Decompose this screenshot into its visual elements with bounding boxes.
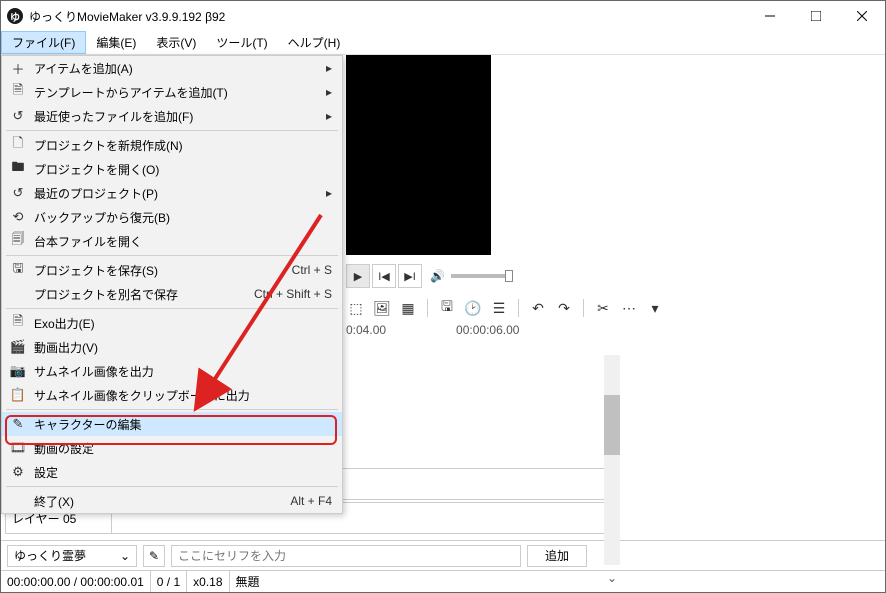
next-frame-button[interactable]: ▶I xyxy=(398,264,422,288)
menu-edit[interactable]: 編集(E) xyxy=(86,31,146,54)
app-icon: ゆ xyxy=(7,8,23,24)
tool-undo-icon[interactable]: ↶ xyxy=(528,300,548,317)
menu-new-project[interactable]: 🗋プロジェクトを新規作成(N) xyxy=(2,133,342,157)
export-icon: 🗎 xyxy=(8,312,28,334)
close-button[interactable] xyxy=(839,1,885,31)
film-settings-icon: 🎞 xyxy=(8,440,28,456)
clipboard-icon: 📋 xyxy=(8,387,28,403)
tool-image-icon[interactable]: 🖼 xyxy=(372,300,392,317)
menu-exit[interactable]: 終了(X)Alt + F4 xyxy=(2,489,342,513)
tool-save-icon[interactable]: 🖫 xyxy=(437,296,457,320)
tool-grid-icon[interactable]: ▦ xyxy=(398,300,418,317)
status-project: 無題 xyxy=(230,571,266,592)
menu-character-edit[interactable]: ✎キャラクターの編集 xyxy=(2,412,342,436)
person-edit-icon: ✎ xyxy=(149,549,159,563)
new-file-icon: 🗋 xyxy=(8,134,28,156)
ruler-tick: 00:00:06.00 xyxy=(456,323,519,341)
gear-icon: ⚙ xyxy=(8,464,28,480)
menu-file[interactable]: ファイル(F) xyxy=(1,31,86,54)
menu-exo-output[interactable]: 🗎Exo出力(E) xyxy=(2,311,342,335)
template-icon: 🗎 xyxy=(8,81,28,103)
tool-redo-icon[interactable]: ↷ xyxy=(554,300,574,317)
person-edit-icon: ✎ xyxy=(8,416,28,432)
submenu-indicator-icon: ▸ xyxy=(326,109,342,123)
status-zoom: x0.18 xyxy=(187,571,229,592)
tool-list-icon[interactable]: ☰ xyxy=(489,300,509,317)
submenu-indicator-icon: ▸ xyxy=(326,61,342,75)
menu-help[interactable]: ヘルプ(H) xyxy=(278,31,351,54)
menu-tool[interactable]: ツール(T) xyxy=(206,31,277,54)
save-icon: 🖫 xyxy=(8,259,28,281)
chevron-down-icon: ⌄ xyxy=(120,549,130,563)
character-edit-button[interactable]: ✎ xyxy=(143,545,165,567)
ruler-tick: 0:04.00 xyxy=(346,323,386,341)
menu-add-from-template[interactable]: 🗎テンプレートからアイテムを追加(T)▸ xyxy=(2,80,342,104)
window-title: ゆっくりMovieMaker v3.9.9.192 β92 xyxy=(29,8,225,25)
menu-add-recent-file[interactable]: ↺最近使ったファイルを追加(F)▸ xyxy=(2,104,342,128)
tool-select-icon[interactable]: ⬚ xyxy=(346,300,366,317)
scroll-down-icon[interactable]: ⌄ xyxy=(604,570,620,585)
tool-more-icon[interactable]: ⋯ xyxy=(619,300,639,317)
menu-add-item[interactable]: ＋アイテムを追加(A)▸ xyxy=(2,56,342,80)
submenu-indicator-icon: ▸ xyxy=(326,186,342,200)
maximize-button[interactable] xyxy=(793,1,839,31)
menu-open-project[interactable]: 🖿プロジェクトを開く(O) xyxy=(2,157,342,181)
serif-input[interactable] xyxy=(171,545,521,567)
restore-icon: ⟲ xyxy=(8,209,28,225)
camera-icon: 📷 xyxy=(8,363,28,379)
character-select[interactable]: ゆっくり霊夢⌄ xyxy=(7,545,137,567)
history-icon: ↺ xyxy=(8,108,28,124)
status-time: 00:00:00.00 / 00:00:00.01 xyxy=(1,571,151,592)
plus-icon: ＋ xyxy=(8,59,28,78)
menu-save-project[interactable]: 🖫プロジェクトを保存(S)Ctrl + S xyxy=(2,258,342,282)
file-dropdown: ＋アイテムを追加(A)▸ 🗎テンプレートからアイテムを追加(T)▸ ↺最近使った… xyxy=(1,55,343,514)
menu-save-project-as[interactable]: プロジェクトを別名で保存Ctrl + Shift + S xyxy=(2,282,342,306)
menu-restore-backup[interactable]: ⟲バックアップから復元(B) xyxy=(2,205,342,229)
tool-cut-icon[interactable]: ✂ xyxy=(593,300,613,317)
play-button[interactable]: ▶ xyxy=(346,264,370,288)
folder-icon: 🖿 xyxy=(8,158,28,180)
menu-recent-project[interactable]: ↺最近のプロジェクト(P)▸ xyxy=(2,181,342,205)
timeline-vscroll[interactable] xyxy=(604,355,620,565)
submenu-indicator-icon: ▸ xyxy=(326,85,342,99)
volume-slider[interactable] xyxy=(451,274,511,278)
volume-icon[interactable]: 🔊 xyxy=(430,269,445,283)
menu-thumbnail-output[interactable]: 📷サムネイル画像を出力 xyxy=(2,359,342,383)
menu-thumbnail-clipboard[interactable]: 📋サムネイル画像をクリップボードに出力 xyxy=(2,383,342,407)
video-preview xyxy=(346,55,491,255)
tool-dropdown-icon[interactable]: ▾ xyxy=(645,300,665,317)
menu-settings[interactable]: ⚙設定 xyxy=(2,460,342,484)
script-icon: 🗐 xyxy=(8,230,28,252)
menu-open-script[interactable]: 🗐台本ファイルを開く xyxy=(2,229,342,253)
menu-view[interactable]: 表示(V) xyxy=(146,31,206,54)
menu-video-output[interactable]: 🎬動画出力(V) xyxy=(2,335,342,359)
video-icon: 🎬 xyxy=(8,339,28,355)
add-button[interactable]: 追加 xyxy=(527,545,587,567)
prev-frame-button[interactable]: I◀ xyxy=(372,264,396,288)
recent-icon: ↺ xyxy=(8,185,28,201)
minimize-button[interactable] xyxy=(747,1,793,31)
menu-video-settings[interactable]: 🎞動画の設定 xyxy=(2,436,342,460)
status-frames: 0 / 1 xyxy=(151,571,187,592)
tool-clock-icon[interactable]: 🕑 xyxy=(463,300,483,317)
